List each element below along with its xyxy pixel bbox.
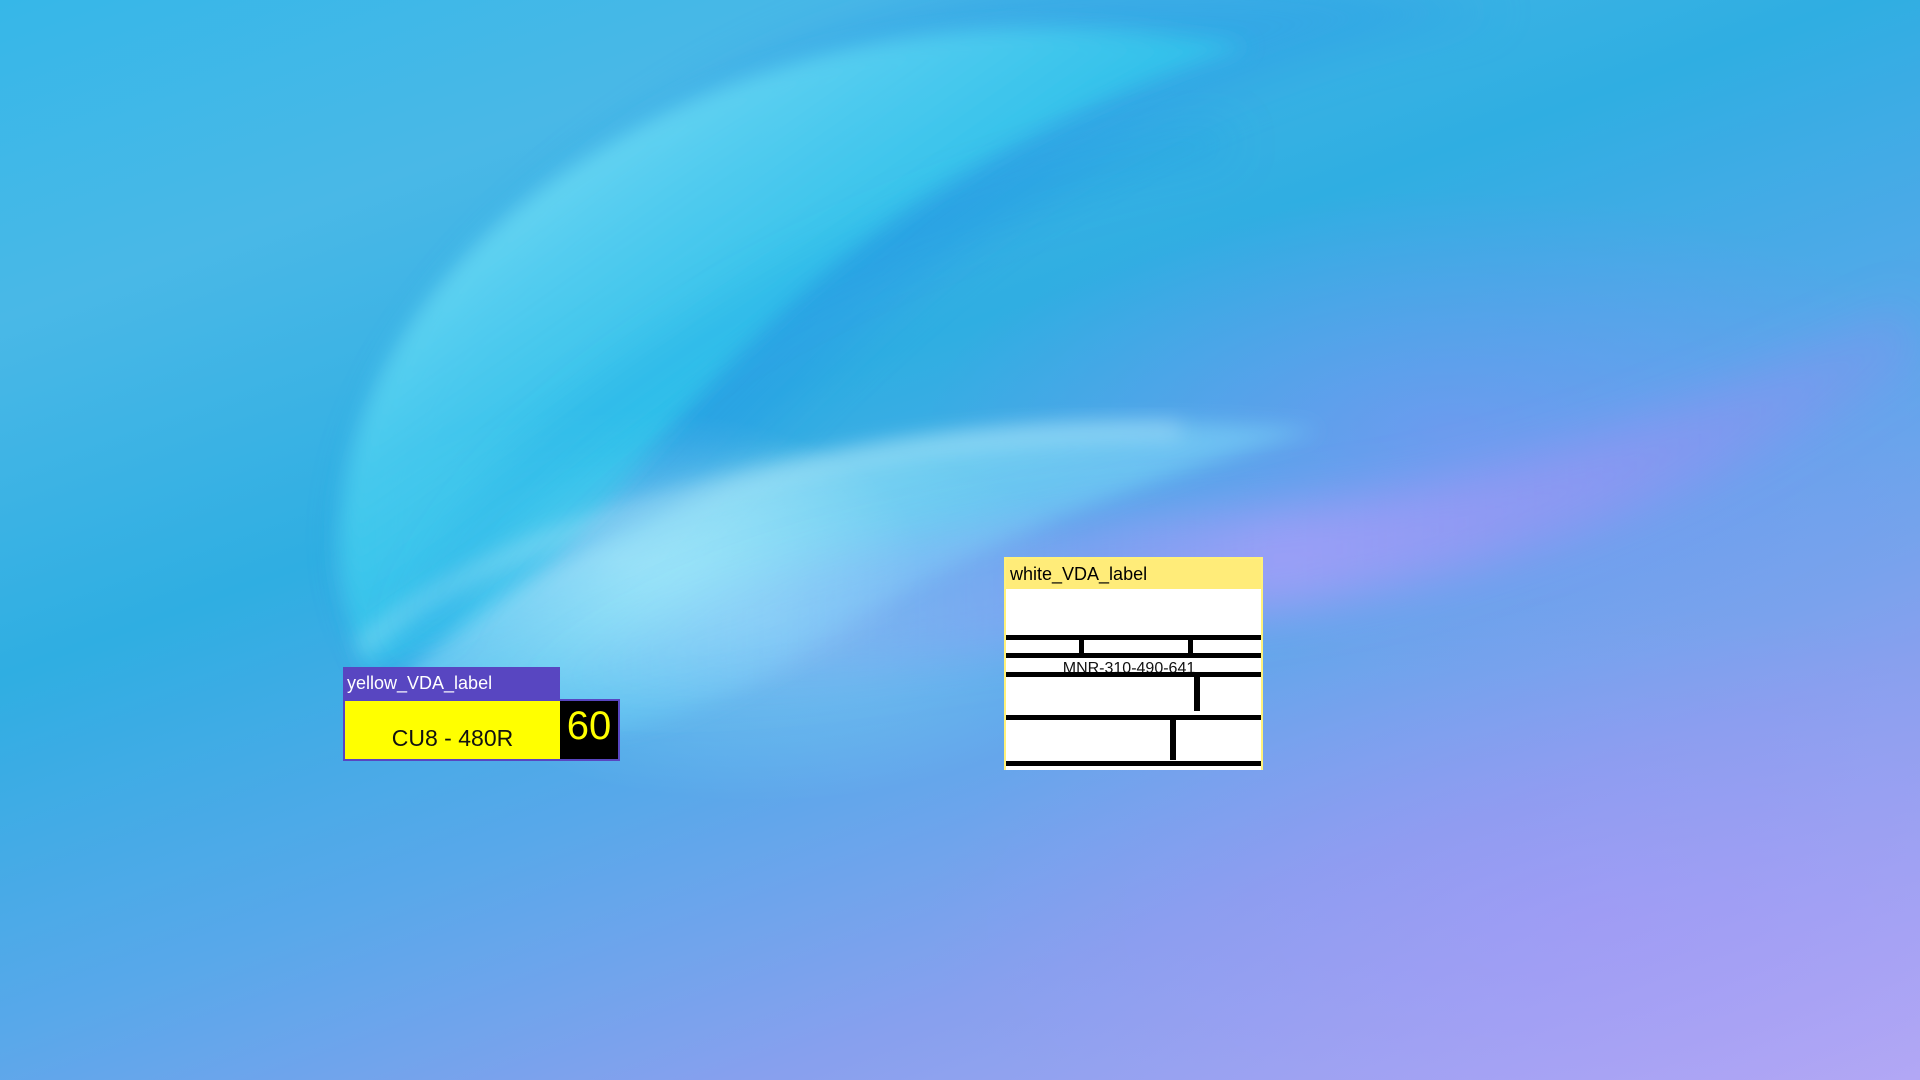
yellow-vda-label-title: yellow_VDA_label	[343, 667, 560, 699]
white-label-horizontal-line-5	[1006, 761, 1261, 766]
white-label-horizontal-line-1	[1006, 635, 1261, 640]
white-vda-label-body: MNR-310-490-641	[1006, 589, 1261, 770]
white-vda-label-title: white_VDA_label	[1006, 559, 1261, 589]
white-label-vertical-line-2	[1188, 640, 1193, 654]
white-vda-label-window[interactable]: white_VDA_label MNR-310-490-641	[1004, 557, 1263, 770]
white-label-vertical-line-3	[1194, 677, 1200, 711]
yellow-vda-label-body: CU8 - 480R 60	[343, 699, 620, 761]
yellow-vda-label-window[interactable]: yellow_VDA_label CU8 - 480R 60	[343, 667, 620, 761]
white-label-vertical-line-1	[1079, 640, 1084, 654]
yellow-label-number: 60	[560, 701, 618, 759]
white-label-horizontal-line-3	[1006, 672, 1261, 677]
white-label-horizontal-line-2	[1006, 653, 1261, 658]
white-label-vertical-line-4	[1170, 720, 1176, 760]
desktop: yellow_VDA_label CU8 - 480R 60 white_VDA…	[0, 0, 1920, 1080]
yellow-label-code: CU8 - 480R	[391, 725, 514, 751]
white-label-horizontal-line-4	[1006, 715, 1261, 720]
wallpaper	[339, 0, 1920, 734]
